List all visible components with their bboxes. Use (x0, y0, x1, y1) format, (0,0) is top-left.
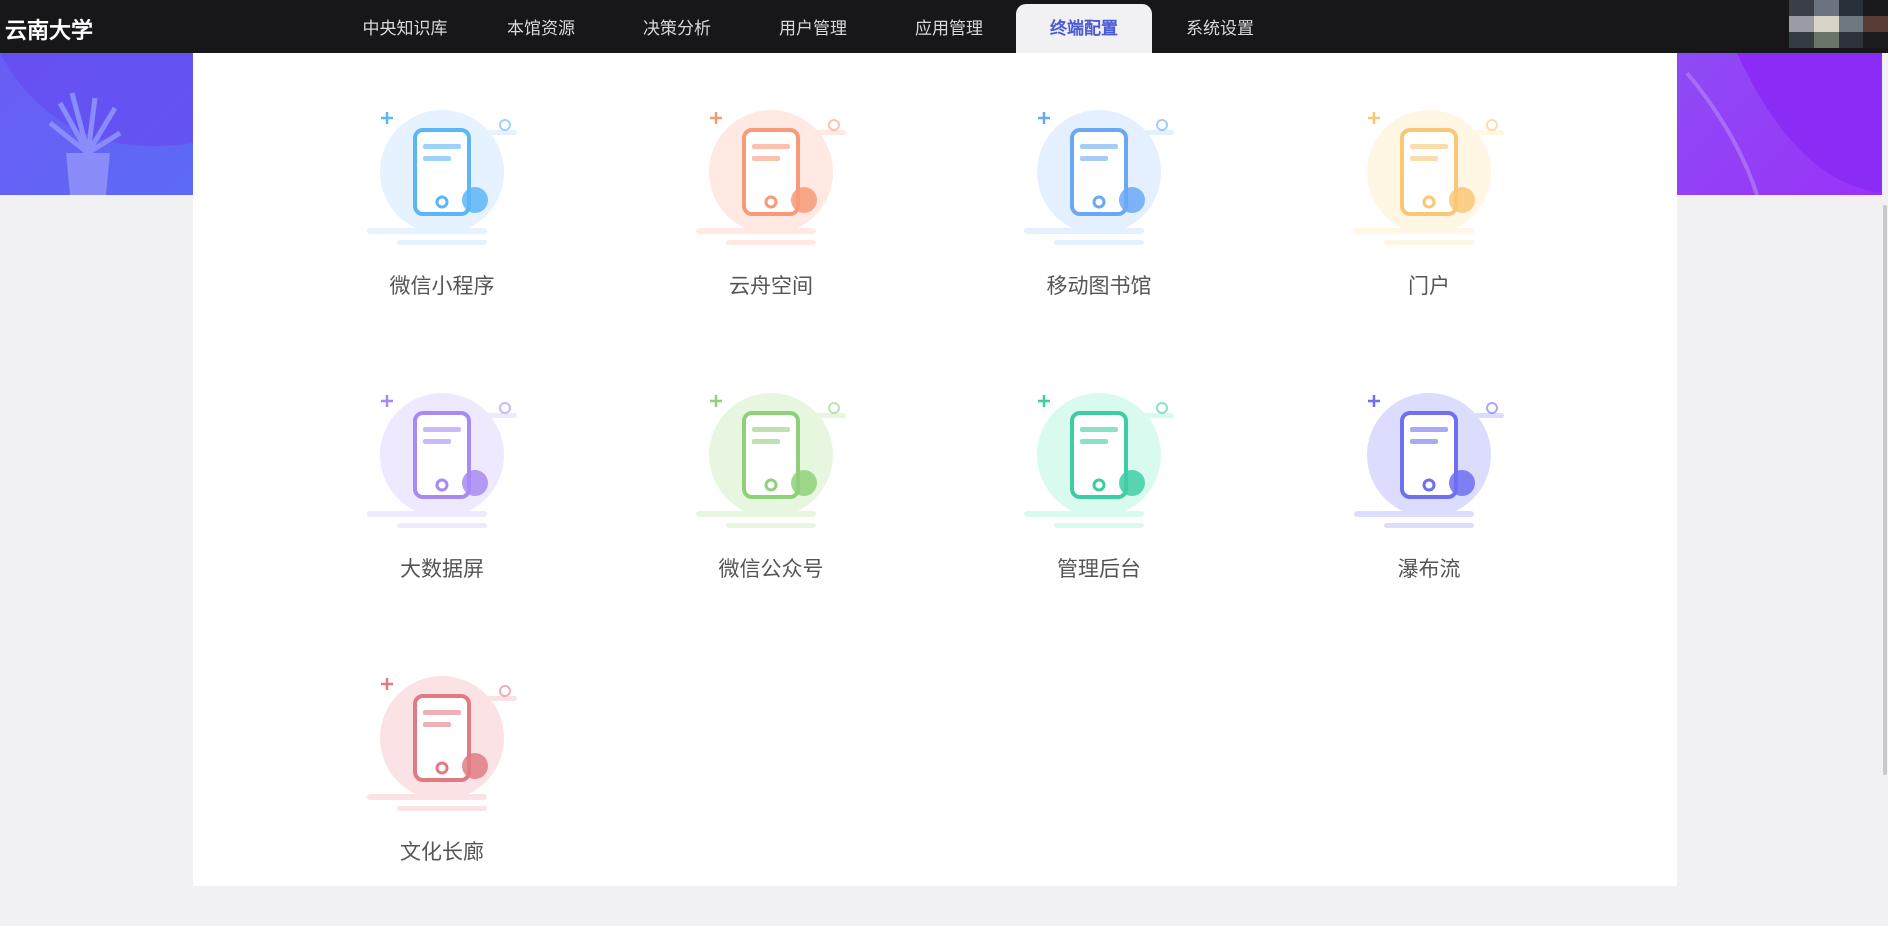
culture-gallery-icon (367, 676, 517, 811)
tile-label: 瀑布流 (1397, 558, 1461, 581)
nav-tab-6[interactable]: 系统设置 (1152, 4, 1288, 53)
waterfall-icon (1354, 393, 1504, 528)
portal-icon (1354, 110, 1504, 245)
tile-waterfall[interactable]: 瀑布流 (1309, 383, 1549, 643)
right-banner (1677, 53, 1882, 195)
tile-label: 微信小程序 (389, 275, 495, 298)
tile-wechat-official[interactable]: 微信公众号 (651, 383, 891, 643)
left-banner (0, 53, 193, 195)
logo: 云南大学 (5, 18, 94, 43)
mobile-library-icon (1024, 110, 1174, 245)
tile-big-data-screen[interactable]: 大数据屏 (322, 383, 562, 643)
tile-mobile-library[interactable]: 移动图书馆 (979, 100, 1219, 360)
mini-program-icon (367, 110, 517, 245)
nav-tab-5[interactable]: 终端配置 (1016, 4, 1152, 53)
nav-tab-3[interactable]: 用户管理 (745, 4, 881, 53)
nav-tab-0[interactable]: 中央知识库 (337, 4, 473, 53)
tile-label: 移动图书馆 (1046, 275, 1152, 298)
tile-label: 门户 (1408, 275, 1450, 298)
tile-label: 大数据屏 (400, 558, 484, 581)
tile-label: 云舟空间 (729, 275, 813, 298)
top-nav: 云南大学 中央知识库 本馆资源 决策分析 用户管理 应用管理 终端配置 系统设置 (0, 0, 1888, 53)
cloud-space-icon (696, 110, 846, 245)
tile-culture-gallery[interactable]: 文化长廊 (322, 666, 562, 926)
tile-label: 管理后台 (1057, 558, 1141, 581)
nav-tab-2[interactable]: 决策分析 (609, 4, 745, 53)
big-data-screen-icon (367, 393, 517, 528)
plant-icon (0, 53, 193, 195)
nav-tab-4[interactable]: 应用管理 (881, 4, 1017, 53)
tile-label: 文化长廊 (400, 841, 484, 864)
nav-tab-1[interactable]: 本馆资源 (473, 4, 609, 53)
tile-portal[interactable]: 门户 (1309, 100, 1549, 360)
tile-mini-program[interactable]: 微信小程序 (322, 100, 562, 360)
wechat-official-icon (696, 393, 846, 528)
user-avatar[interactable] (1789, 0, 1888, 48)
tile-label: 微信公众号 (718, 558, 824, 581)
tile-cloud-space[interactable]: 云舟空间 (651, 100, 891, 360)
tile-admin-backend[interactable]: 管理后台 (979, 383, 1219, 643)
scrollbar[interactable] (1883, 205, 1887, 775)
admin-backend-icon (1024, 393, 1174, 528)
